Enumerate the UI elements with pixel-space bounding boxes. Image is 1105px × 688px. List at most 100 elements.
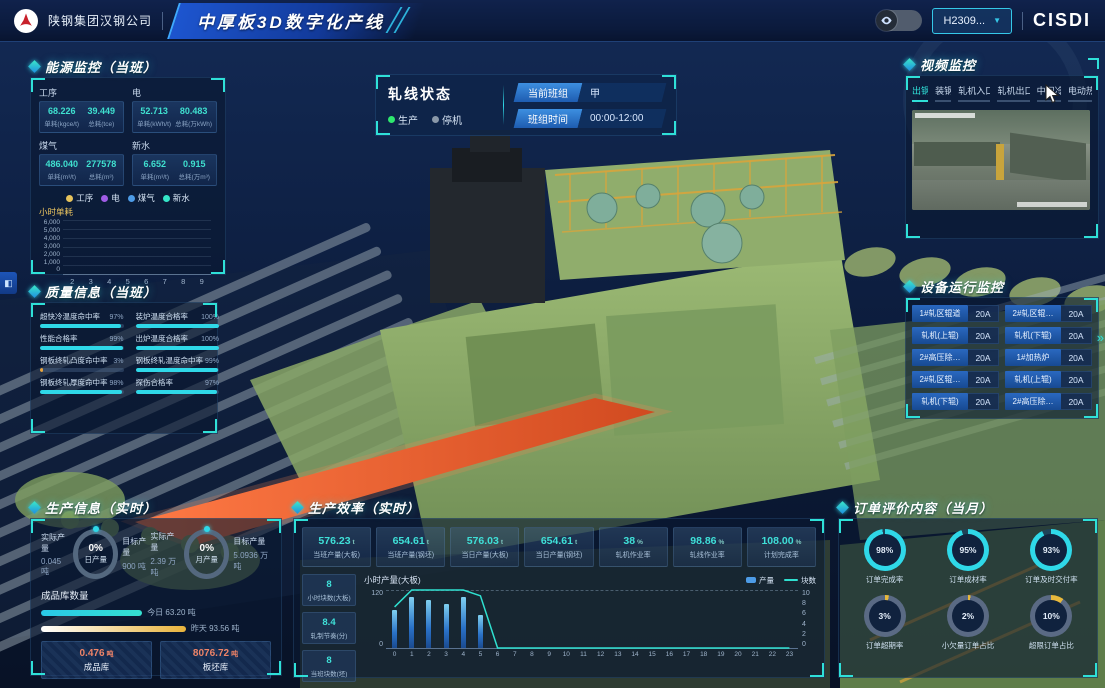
actual-output-value: 0.045 吨 <box>41 557 69 577</box>
equipment-value: 20A <box>1061 327 1092 344</box>
stock-bar <box>41 610 142 616</box>
dataset-dropdown[interactable]: H2309... ▼ <box>932 8 1012 34</box>
equipment-item[interactable]: 轧机(下辊) 20A <box>1005 327 1092 344</box>
line-status-title: 轧线状态 <box>388 84 491 104</box>
efficiency-mini-stats: 8 小时块数(大板) 8.4 轧制节奏(分) 8 当班块数(坯) <box>302 574 356 682</box>
equipment-item[interactable]: 轧机(下辊) 20A <box>912 393 999 410</box>
quality-bar-track <box>136 368 220 372</box>
mini-stat-card: 8 当班块数(坯) <box>302 650 356 682</box>
energy-group-card: 52.713单耗(kWh/t) 80.483总耗(万kWh) <box>132 101 217 133</box>
quality-bar <box>136 346 220 350</box>
quality-percent: 99% <box>110 336 124 343</box>
equipment-item[interactable]: 1#轧区辊道 20A <box>912 305 999 322</box>
energy-value: 52.713 <box>140 106 168 116</box>
energy-group-name: 新水 <box>132 139 217 152</box>
diamond-icon <box>836 501 849 514</box>
efficiency-label: 当班产量(钢坯) <box>387 550 434 560</box>
efficiency-unit: t <box>353 539 355 546</box>
quality-label: 钢板终轧厚度命中率 <box>40 377 108 388</box>
quality-bar <box>136 368 219 372</box>
donut-label: 订单成材率 <box>949 574 987 585</box>
status-dot <box>432 116 439 123</box>
orders-panel-title: 订单评价内容（当月） <box>853 498 993 517</box>
efficiency-unit: t <box>427 539 429 546</box>
quality-side-tab[interactable]: ◧ <box>0 272 17 294</box>
legend-swatch <box>746 577 756 583</box>
legend-dot <box>101 195 108 202</box>
stock-card-label: 成品库 <box>84 661 110 673</box>
equipment-expand-icon[interactable]: » <box>1097 330 1104 345</box>
video-collapse-icon[interactable] <box>1088 58 1099 69</box>
equipment-item[interactable]: 2#轧区辊… 20A <box>1005 305 1092 322</box>
video-tab[interactable]: 中间冷 <box>1037 84 1061 102</box>
equipment-item[interactable]: 轧机(上辊) 20A <box>912 327 999 344</box>
donut-ring: 2% <box>947 595 989 637</box>
equipment-item[interactable]: 1#加热炉 20A <box>1005 349 1092 366</box>
equipment-item[interactable]: 轧机(上辊) 20A <box>1005 371 1092 388</box>
target-output-label: 目标产量 <box>122 536 150 558</box>
camera-feed[interactable] <box>912 110 1090 210</box>
donut-label: 订单及时交付率 <box>1025 574 1078 585</box>
video-tab[interactable]: 电动热 <box>1068 84 1092 102</box>
stock-bar-row: 今日 63.20 吨 <box>41 607 271 618</box>
efficiency-label: 当日产量(钢坯) <box>536 550 583 560</box>
efficiency-card: 654.61t 当班产量(钢坯) <box>376 527 445 567</box>
visibility-toggle[interactable] <box>876 10 922 31</box>
video-tab[interactable]: 轧机入口 <box>958 84 990 102</box>
equipment-item[interactable]: 2#轧区辊… 20A <box>912 371 999 388</box>
ribbon-value: 00:00-12:00 <box>590 113 643 124</box>
stock-card: 0.476吨 成品库 <box>41 641 152 679</box>
line-status-fields: 当前班组 甲 班组时间 00:00-12:00 <box>516 83 664 128</box>
quality-bar-track <box>136 324 220 328</box>
equipment-label: 1#加热炉 <box>1005 349 1061 366</box>
status-label: 生产 <box>398 112 418 127</box>
company-name: 陕钢集团汉钢公司 <box>48 12 152 29</box>
stock-bar-label: 今日 63.20 吨 <box>147 607 195 618</box>
quality-percent: 97% <box>205 380 219 387</box>
energy-value: 277578 <box>86 159 116 169</box>
panel-efficiency: 生产效率（实时） 576.23t 当班产量(大板) 654.61t 当班产量(钢… <box>293 499 825 678</box>
energy-value: 80.483 <box>180 106 208 116</box>
quality-label: 性能合格率 <box>40 333 78 344</box>
energy-group: 电 52.713单耗(kWh/t) 80.483总耗(万kWh) <box>132 86 217 133</box>
quality-bar <box>136 324 220 328</box>
target-output-value: 900 吨 <box>122 561 146 572</box>
month-output-ring-label: 月产量 <box>196 554 219 565</box>
equipment-label: 轧机(下辊) <box>1005 327 1061 344</box>
donut-value: 2% <box>962 611 974 621</box>
quality-item: 装炉温度合格率 100% <box>136 311 220 328</box>
donut-ring: 3% <box>864 595 906 637</box>
video-tab[interactable]: 装钢 <box>935 84 951 102</box>
diamond-icon <box>28 285 41 298</box>
equipment-label: 轧机(下辊) <box>912 393 968 410</box>
legend-swatch <box>784 579 798 581</box>
stock-card-value: 0.476 <box>79 648 104 659</box>
equipment-label: 2#轧区辊… <box>1005 305 1061 322</box>
quality-label: 探伤合格率 <box>136 377 174 388</box>
equipment-item[interactable]: 2#高压除… 20A <box>1005 393 1092 410</box>
efficiency-label: 当班产量(大板) <box>313 550 360 560</box>
equipment-label: 2#高压除… <box>1005 393 1061 410</box>
video-tab[interactable]: 轧机出口 <box>997 84 1029 102</box>
equipment-item[interactable]: 2#高压除… 20A <box>912 349 999 366</box>
equipment-label: 2#轧区辊… <box>912 371 968 388</box>
energy-value: 6.652 <box>143 159 166 169</box>
efficiency-unit: % <box>796 539 802 546</box>
quality-bar <box>40 346 123 350</box>
efficiency-value: 38 <box>623 535 635 547</box>
legend-item: 块数 <box>784 575 816 586</box>
quality-percent: 100% <box>201 336 219 343</box>
quality-label: 装炉温度合格率 <box>136 311 189 322</box>
mini-stat-card: 8 小时块数(大板) <box>302 574 356 606</box>
legend-label: 块数 <box>801 575 816 586</box>
video-tab[interactable]: 出钢 <box>912 84 928 102</box>
energy-unit: 单耗(kWh/t) <box>137 118 171 128</box>
efficiency-value: 576.03 <box>467 535 499 547</box>
donut-ring: 10% <box>1030 595 1072 637</box>
quality-bar-track <box>40 390 124 394</box>
production-panel-title: 生产信息（实时） <box>45 498 157 517</box>
hourly-chart-legend: 产量 块数 <box>746 575 816 586</box>
equipment-items: 1#轧区辊道 20A 2#轧区辊… 20A 轧机(上辊) 20A 轧机 <box>912 305 1092 410</box>
donut-value: 3% <box>879 611 891 621</box>
efficiency-label: 轧线作业率 <box>690 550 725 560</box>
